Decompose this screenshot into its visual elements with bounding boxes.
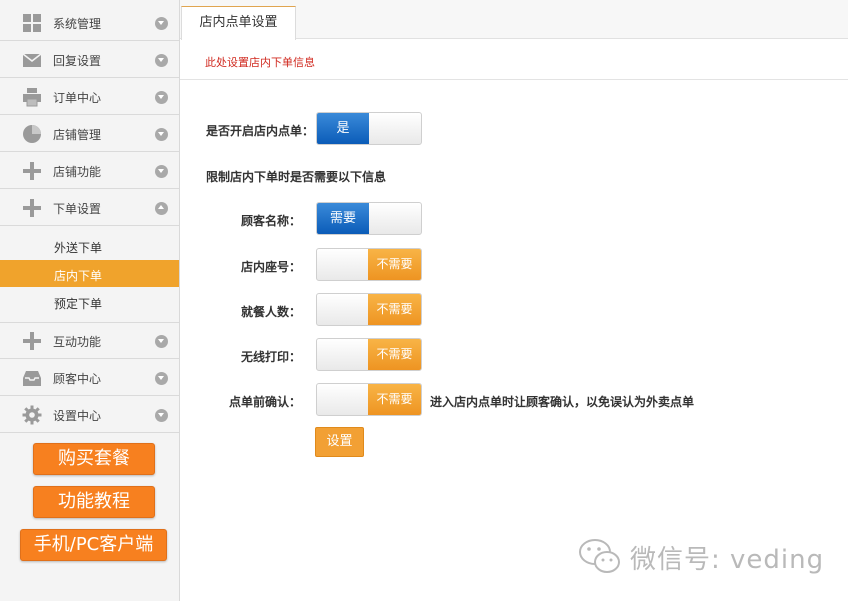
subnav-item-reserve[interactable]: 预定下单 [0,288,179,315]
toggle-on-state: 需要 [317,203,369,234]
sidebar: 系统管理 回复设置 订单中心 店铺管理 店铺功能 下单设置 外送下单 店内下单 … [0,0,180,601]
subnav-label: 店内下单 [54,269,103,283]
plus-icon [23,162,41,180]
nav-item-settings[interactable]: 设置中心 [0,397,179,433]
nav-label: 回复设置 [53,54,102,68]
chevron-down-icon [155,17,168,30]
nav-item-reply[interactable]: 回复设置 [0,42,179,78]
grid-icon [23,14,41,32]
nav-label: 店铺功能 [53,165,102,179]
chevron-down-icon [155,372,168,385]
diners-count-toggle[interactable]: 不需要 [316,293,422,326]
nav-item-system[interactable]: 系统管理 [0,5,179,41]
toggle-off-state: 不需要 [368,384,421,415]
chevron-down-icon [155,91,168,104]
nav-label: 互动功能 [53,335,102,349]
plus-icon [23,199,41,217]
customer-name-label: 顾客名称： [241,214,302,228]
wireless-print-toggle[interactable]: 不需要 [316,338,422,371]
chevron-up-icon [155,202,168,215]
chevron-down-icon [155,165,168,178]
tab-bar: 店内点单设置 [180,0,848,40]
inbox-icon [23,371,41,386]
nav-label: 店铺管理 [53,128,102,142]
nav-label: 设置中心 [53,409,102,423]
buy-package-button[interactable]: 购买套餐 [33,443,155,475]
plus-icon [23,332,41,350]
diners-count-label: 就餐人数： [241,305,302,319]
seat-number-label: 店内座号： [241,260,302,274]
nav-item-orders[interactable]: 订单中心 [0,79,179,115]
toggle-off-state: 不需要 [368,249,421,280]
chevron-down-icon [155,128,168,141]
wechat-icon [579,539,620,573]
chevron-down-icon [155,409,168,422]
tab-dine-in-settings[interactable]: 店内点单设置 [181,6,296,40]
nav-label: 订单中心 [53,91,102,105]
nav-label: 下单设置 [53,202,102,216]
seat-number-toggle[interactable]: 不需要 [316,248,422,281]
nav-item-store[interactable]: 店铺管理 [0,116,179,152]
nav-label: 顾客中心 [53,372,102,386]
notice-text: 此处设置店内下单信息 [205,56,315,69]
save-settings-button[interactable]: 设置 [315,427,364,457]
tutorial-button[interactable]: 功能教程 [33,486,155,518]
pre-order-confirm-toggle[interactable]: 不需要 [316,383,422,416]
pre-order-confirm-label: 点单前确认： [229,395,302,409]
wireless-print-label: 无线打印： [241,350,302,364]
nav-item-store-features[interactable]: 店铺功能 [0,153,179,189]
enable-label: 是否开启店内点单： [206,124,315,138]
subnav-item-dine-in[interactable]: 店内下单 [0,260,179,287]
toggle-off-state: 不需要 [368,294,421,325]
toggle-on-state: 是 [317,113,369,144]
subnav-item-delivery[interactable]: 外送下单 [0,232,179,259]
subnav-label: 外送下单 [54,241,103,255]
enable-toggle[interactable]: 是 [316,112,422,145]
chevron-down-icon [155,335,168,348]
divider [180,79,848,80]
app-window: 系统管理 回复设置 订单中心 店铺管理 店铺功能 下单设置 外送下单 店内下单 … [0,0,848,601]
nav-item-interaction[interactable]: 互动功能 [0,323,179,359]
envelope-icon [22,53,42,67]
nav-item-order-settings[interactable]: 下单设置 [0,190,179,226]
pie-chart-icon [23,125,41,143]
gear-icon [22,405,42,425]
client-download-button[interactable]: 手机/PC客户端 [20,529,167,561]
watermark: 微信号: veding [578,537,824,577]
nav-label: 系统管理 [53,17,102,31]
chevron-down-icon [155,54,168,67]
subnav-label: 预定下单 [54,297,103,311]
confirm-hint-text: 进入店内点单时让顾客确认，以免误认为外卖点单 [430,395,695,409]
section-title: 限制店内下单时是否需要以下信息 [206,170,387,184]
toggle-off-state: 不需要 [368,339,421,370]
customer-name-toggle[interactable]: 需要 [316,202,422,235]
watermark-text: 微信号: veding [630,544,825,575]
printer-icon [23,88,41,107]
nav-item-customers[interactable]: 顾客中心 [0,360,179,396]
